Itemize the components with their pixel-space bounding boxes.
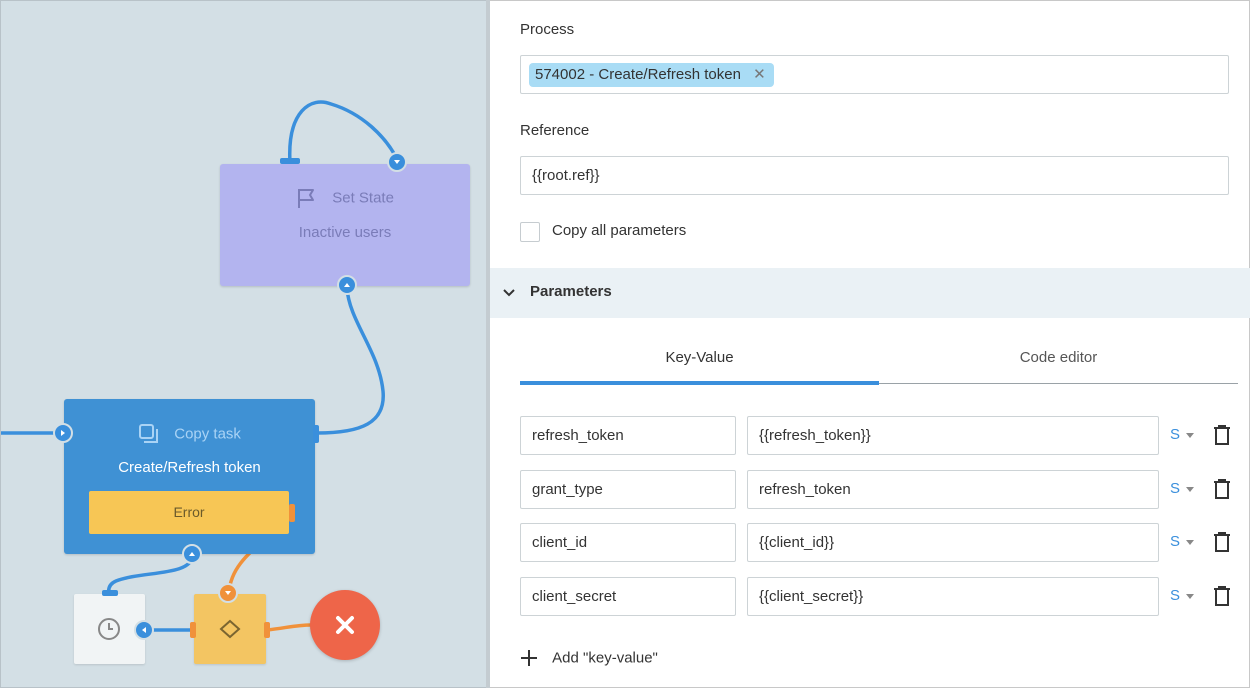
trash-icon[interactable] [1212, 479, 1232, 499]
tab-code-editor[interactable]: Code editor [879, 349, 1238, 366]
output-port[interactable] [190, 622, 196, 638]
node-set-state[interactable]: Set State Inactive users [220, 164, 470, 286]
node-name: Create/Refresh token [118, 459, 261, 476]
input-port[interactable] [102, 590, 118, 596]
param-key-input[interactable]: refresh_token [520, 416, 736, 455]
wire-condition-to-end [266, 623, 312, 632]
param-key-input[interactable]: grant_type [520, 470, 736, 509]
input-port[interactable] [134, 620, 154, 640]
input-port[interactable] [53, 423, 73, 443]
error-branch[interactable]: Error [89, 491, 289, 534]
process-chip: 574002 - Create/Refresh token ✕ [529, 63, 774, 87]
caret-down-icon[interactable] [1186, 540, 1194, 545]
output-port[interactable] [313, 425, 319, 443]
chevron-down-icon [503, 289, 515, 297]
output-port[interactable] [264, 622, 270, 638]
node-end[interactable] [310, 590, 380, 660]
param-value-input[interactable]: {{client_secret}} [747, 577, 1159, 616]
param-type-select[interactable]: S [1170, 533, 1180, 550]
param-key-input[interactable]: client_secret [520, 577, 736, 616]
close-icon [336, 616, 354, 634]
chip-remove-icon[interactable]: ✕ [753, 66, 766, 83]
tab-key-value[interactable]: Key-Value [520, 349, 879, 366]
param-value-input[interactable]: {{refresh_token}} [747, 416, 1159, 455]
reference-input[interactable]: {{root.ref}} [520, 156, 1229, 195]
node-type-label: Copy task [174, 425, 241, 443]
param-type-select[interactable]: S [1170, 587, 1180, 604]
output-port[interactable] [182, 544, 202, 564]
node-condition[interactable] [194, 594, 266, 664]
process-field[interactable]: 574002 - Create/Refresh token ✕ [520, 55, 1229, 94]
param-type-select[interactable]: S [1170, 426, 1180, 443]
process-label: Process [520, 21, 575, 38]
error-output-port[interactable] [289, 504, 295, 522]
node-type-label: Set State [332, 189, 394, 207]
connections [1, 100, 400, 632]
copy-all-checkbox[interactable] [520, 222, 540, 242]
caret-down-icon[interactable] [1186, 433, 1194, 438]
active-tab-indicator [520, 381, 879, 385]
output-port[interactable] [387, 152, 407, 172]
caret-down-icon[interactable] [1186, 487, 1194, 492]
plus-icon [521, 650, 537, 667]
add-key-value-label: Add "key-value" [552, 649, 658, 667]
process-canvas[interactable]: Set State Inactive users Copy task Creat… [0, 0, 486, 688]
wire-copy-to-timer [106, 555, 194, 595]
node-name: Inactive users [298, 224, 392, 241]
wire-copy-to-state [316, 287, 385, 435]
reference-label: Reference [520, 122, 590, 139]
properties-panel: Process 574002 - Create/Refresh token ✕ … [490, 0, 1250, 688]
parameters-section-header[interactable]: Parameters [490, 268, 1250, 318]
node-set-state-title: Set State [220, 187, 470, 209]
caret-down-icon[interactable] [1186, 594, 1194, 599]
diamond-icon [219, 619, 241, 639]
process-chip-label: 574002 - Create/Refresh token [535, 66, 741, 83]
param-type-select[interactable]: S [1170, 480, 1180, 497]
trash-icon[interactable] [1212, 586, 1232, 606]
flag-icon [298, 189, 315, 208]
trash-icon[interactable] [1212, 532, 1232, 552]
param-value-input[interactable]: {{client_id}} [747, 523, 1159, 562]
output-port[interactable] [337, 275, 357, 295]
trash-icon[interactable] [1212, 425, 1232, 445]
parameters-title: Parameters [530, 283, 612, 300]
clock-icon [98, 618, 120, 640]
copy-all-label: Copy all parameters [552, 222, 687, 239]
input-port[interactable] [218, 583, 238, 603]
add-key-value-button[interactable]: Add "key-value" [520, 649, 658, 667]
node-copy-task-title: Copy task [64, 423, 315, 445]
copy-icon [139, 424, 159, 443]
node-copy-task[interactable]: Copy task Create/Refresh token Error [64, 399, 315, 554]
input-port[interactable] [280, 158, 300, 164]
param-key-input[interactable]: client_id [520, 523, 736, 562]
wire-set-state-loop [288, 100, 400, 164]
param-value-input[interactable]: refresh_token [747, 470, 1159, 509]
